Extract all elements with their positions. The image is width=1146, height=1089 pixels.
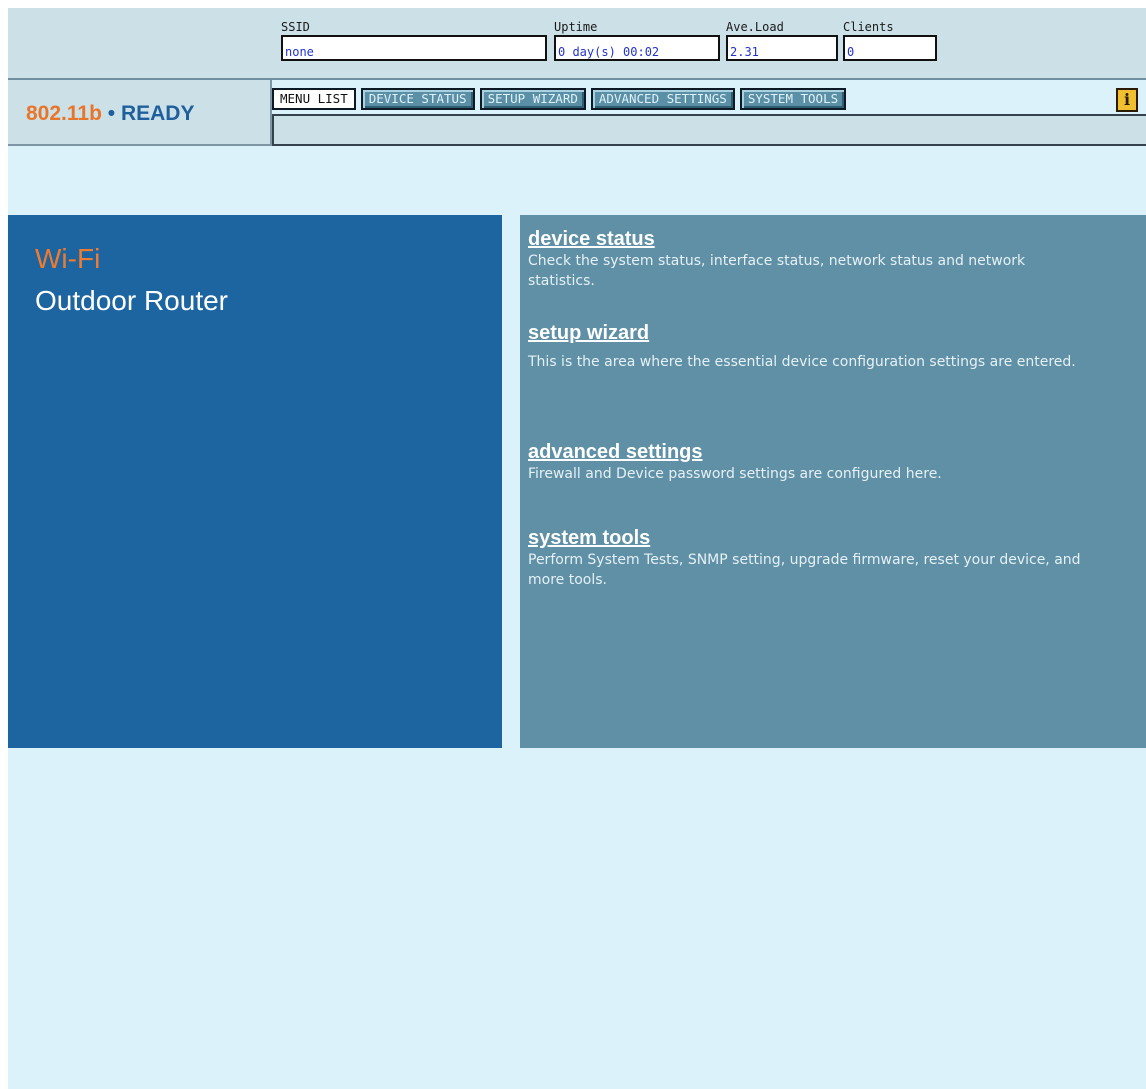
advanced-settings-description: Firewall and Device password settings ar… (528, 466, 942, 482)
status-separator: • (107, 102, 116, 125)
brand-wifi-text: Wi-Fi (35, 243, 101, 274)
tab-advanced-settings[interactable]: ADVANCED SETTINGS (590, 88, 735, 110)
system-tools-description: Perform System Tests, SNMP setting, upgr… (528, 552, 1081, 588)
stats-bar: SSID none Uptime 0 day(s) 00:02 Ave.Load… (8, 8, 1146, 80)
ssid-value: none (281, 35, 547, 61)
advanced-settings-link[interactable]: advanced settings (528, 440, 703, 464)
status-panel: 802.11b • READY (8, 80, 272, 146)
tab-menu-list[interactable]: MENU LIST (272, 88, 356, 110)
device-status-description: Check the system status, interface statu… (528, 253, 1026, 289)
section-advanced-settings: advanced settings Firewall and Device pa… (528, 440, 1088, 484)
ave-load-label: Ave.Load (726, 20, 784, 34)
clients-stat: Clients 0 (843, 20, 937, 61)
system-tools-link[interactable]: system tools (528, 526, 650, 550)
clients-value: 0 (843, 35, 937, 61)
section-setup-wizard: setup wizard This is the area where the … (528, 321, 1088, 379)
tab-device-status[interactable]: DEVICE STATUS (360, 88, 475, 110)
setup-wizard-description: This is the area where the essential dev… (528, 354, 1076, 370)
tab-system-tools[interactable]: SYSTEM TOOLS (739, 88, 847, 110)
wireless-standard: 802.11b (26, 102, 102, 125)
brand-panel: Wi-Fi Outdoor Router (8, 215, 502, 748)
ssid-stat: SSID none (281, 20, 547, 61)
device-status-link[interactable]: device status (528, 227, 655, 251)
ave-load-stat: Ave.Load 2.31 (726, 20, 838, 61)
clients-label: Clients (843, 20, 894, 34)
main-menu: MENU LIST DEVICE STATUS SETUP WIZARD ADV… (272, 88, 847, 114)
info-icon[interactable]: i (1116, 88, 1138, 112)
uptime-stat: Uptime 0 day(s) 00:02 (554, 20, 720, 61)
status-state: READY (120, 102, 195, 125)
tab-setup-wizard[interactable]: SETUP WIZARD (479, 88, 586, 110)
menu-description-panel: device status Check the system status, i… (520, 215, 1146, 748)
setup-wizard-link[interactable]: setup wizard (528, 321, 649, 345)
status-indicator: 802.11b • READY (26, 102, 194, 126)
ave-load-value: 2.31 (726, 35, 838, 61)
brand-product-name: Outdoor Router (35, 285, 228, 316)
ssid-label: SSID (281, 20, 310, 34)
section-device-status: device status Check the system status, i… (528, 227, 1088, 291)
section-system-tools: system tools Perform System Tests, SNMP … (528, 526, 1088, 590)
menu-area: MENU LIST DEVICE STATUS SETUP WIZARD ADV… (272, 80, 1146, 146)
uptime-value: 0 day(s) 00:02 (554, 35, 720, 61)
sub-menu-bar (272, 114, 1146, 146)
uptime-label: Uptime (554, 20, 598, 34)
